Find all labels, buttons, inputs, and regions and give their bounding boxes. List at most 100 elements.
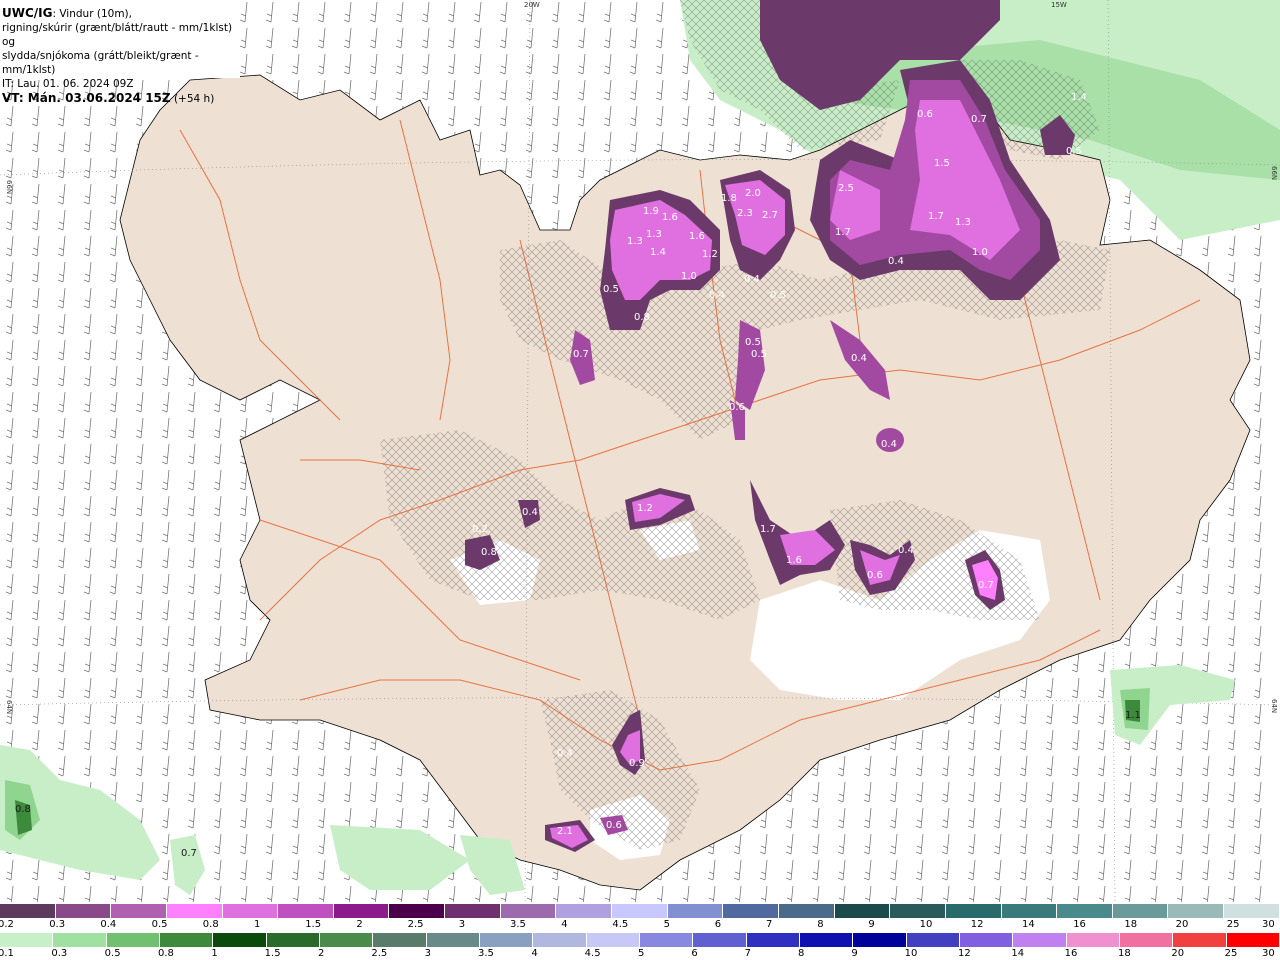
precip-label: 0.6 [917, 109, 933, 120]
precip-label: 0.8 [15, 804, 31, 815]
legend-swatch [853, 933, 907, 947]
legend-label: 4 [561, 919, 568, 930]
legend-swatch [723, 904, 779, 918]
legend-swatch [1224, 904, 1280, 918]
legend-swatch [445, 904, 501, 918]
coord-label-20w: 20W [524, 1, 540, 9]
precip-label: 0.8 [481, 547, 497, 558]
legend-label: 20 [1175, 919, 1189, 930]
legend-label: 5 [663, 919, 670, 930]
legend-label: 2 [356, 919, 363, 930]
legend-swatch [746, 933, 800, 947]
precip-label: 1.0 [681, 271, 697, 282]
legend-swatch [799, 933, 854, 947]
legend-swatch [266, 933, 320, 947]
legend-swatch [159, 933, 214, 947]
precip-label: 0.5 [603, 284, 619, 295]
legend-swatch [373, 933, 427, 947]
legend-label: 1.5 [305, 919, 322, 930]
legend-label: 2.5 [407, 919, 424, 930]
precip-label: 0.4 [898, 545, 914, 556]
legend-swatch [0, 933, 54, 947]
precip-label: 2.3 [737, 208, 753, 219]
legend-swatch [906, 933, 960, 947]
precip-label: 0.6 [867, 570, 883, 581]
legend-label: 18 [1118, 948, 1131, 959]
legend-label: 12 [958, 948, 971, 959]
legend-label: 5 [638, 948, 645, 959]
legend-label: 30 [1262, 948, 1275, 959]
precip-label: 1.4 [650, 247, 666, 258]
legend-swatch [1119, 933, 1174, 947]
coord-label-64n-left: 64N [5, 700, 13, 714]
precip-label: 1.9 [643, 206, 659, 217]
legend-swatch [1112, 904, 1169, 918]
legend-swatch [166, 904, 223, 918]
precip-label: 0.5 [751, 349, 767, 360]
legend-label: 1 [254, 919, 261, 930]
precip-label: 0.7 [978, 580, 994, 591]
legend-swatch [1013, 933, 1067, 947]
legend-label: 16 [1064, 948, 1078, 959]
header-line-5: VT: Mán. 03.06.2024 15Z (+54 h) [2, 91, 240, 106]
legend-swatch [890, 904, 946, 918]
precip-label: 1.3 [955, 217, 971, 228]
legend-swatch [1001, 904, 1058, 918]
legend-swatch [500, 904, 557, 918]
legend-label: 4.5 [612, 919, 629, 930]
precip-label: 0.6 [606, 820, 622, 831]
legend-label: 4 [531, 948, 538, 959]
legend-label: 0.5 [151, 919, 168, 930]
precip-label: 0.4 [744, 274, 760, 285]
legend-swatch [222, 904, 279, 918]
precip-label: 0.7 [573, 349, 589, 360]
legend-label: 2 [318, 948, 325, 959]
legend-label: 9 [868, 919, 875, 930]
header-line-1: UWC/IG: Vindur (10m), [2, 6, 240, 21]
legend-label: 8 [817, 919, 824, 930]
legend-label: 0.5 [104, 948, 121, 959]
coord-label-64n-right: 64N [1270, 699, 1278, 713]
legend-label: 6 [714, 919, 722, 930]
legend-swatch [556, 904, 613, 918]
precip-label: 1.7 [835, 227, 851, 238]
legend-label: 0.3 [49, 919, 66, 930]
header-line-3: slydda/snjókoma (grátt/bleikt/grænt - mm… [2, 50, 199, 76]
precip-label: 1.2 [702, 249, 718, 260]
legend-label: 6 [691, 948, 698, 959]
precip-label: 0.5 [770, 290, 786, 301]
legend-swatch [1066, 933, 1120, 947]
legend-label: 7 [766, 919, 773, 930]
coord-label-66n-left: 66N [5, 180, 13, 194]
precip-label: 1.6 [786, 555, 802, 566]
legend-swatch [639, 933, 694, 947]
legend-swatch [778, 904, 835, 918]
legend-swatch [111, 904, 167, 918]
precip-label: 0.7 [971, 114, 987, 125]
precip-label: 2.5 [838, 183, 854, 194]
legend-label: 18 [1124, 919, 1138, 930]
coord-label-66n-right: 66N [1270, 166, 1278, 180]
legend-label: 9 [851, 948, 858, 959]
legend-label: 7 [744, 948, 752, 959]
legend-swatch [53, 933, 107, 947]
model-code: UWC/IG [2, 6, 53, 20]
precip-label: 0.2 [472, 524, 488, 535]
legend-swatch [333, 904, 390, 918]
legend-swatch [319, 933, 374, 947]
precip-label: 0.4 [557, 748, 573, 759]
precip-label: 1.5 [934, 158, 950, 169]
legend-label: 14 [1022, 919, 1035, 930]
legend-swatch [278, 904, 334, 918]
forecast-offset: (+54 h) [170, 93, 215, 105]
legend-label: 20 [1171, 948, 1185, 959]
legend-swatch [389, 904, 446, 918]
legend-swatch [1173, 933, 1227, 947]
precip-label: 1.7 [928, 211, 944, 222]
legend-label: 0.1 [0, 948, 14, 959]
legend-swatch [1168, 904, 1225, 918]
weather-map: 0.6 0.7 1.5 1.7 1.3 1.0 0.4 2.5 1.7 2.0 … [0, 0, 1280, 902]
legend-label: 30 [1262, 919, 1275, 930]
precip-label: 0.4 [888, 256, 904, 267]
precip-label: 1.8 [721, 193, 737, 204]
